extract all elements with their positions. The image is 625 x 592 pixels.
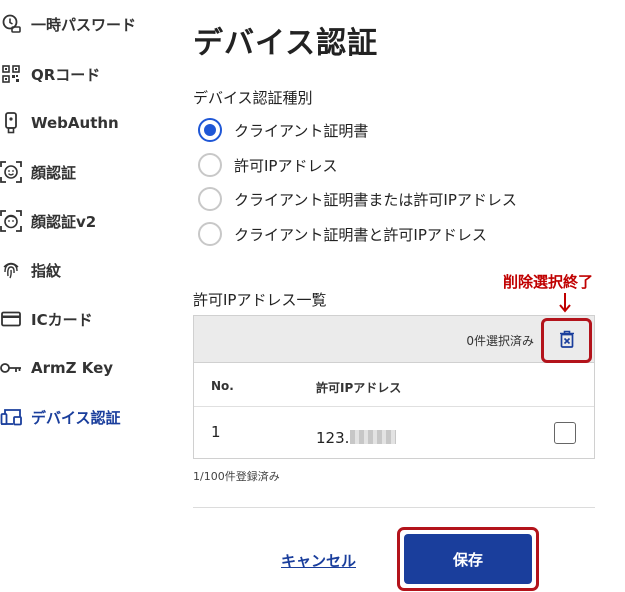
face-scan-icon [0, 161, 22, 183]
sidebar-item-label: 顔認証 [31, 163, 77, 182]
ip-list-label: 許可IPアドレス一覧 [193, 291, 327, 309]
card-icon [0, 308, 22, 330]
key-icon [0, 357, 22, 379]
sidebar-item-face-auth[interactable]: 顔認証 [0, 157, 76, 187]
column-header-ip: 許可IPアドレス [316, 381, 402, 395]
radio-button[interactable] [198, 187, 222, 211]
sidebar-item-label: 指紋 [31, 261, 62, 280]
fingerprint-icon [0, 259, 22, 281]
column-header-no: No. [211, 379, 234, 393]
row-number: 1 [211, 423, 221, 441]
sidebar-item-label: WebAuthn [31, 114, 119, 132]
sidebar-item-label: 一時パスワード [31, 15, 137, 34]
sidebar-item-face-auth-v2[interactable]: 顔認証v2 [0, 206, 96, 236]
selected-count: 0件選択済み [466, 334, 534, 348]
table-toolbar: 0件選択済み [194, 316, 594, 363]
radio-label: クライアント証明書または許可IPアドレス [234, 190, 517, 209]
sidebar-item-webauthn[interactable]: WebAuthn [0, 108, 119, 138]
ip-prefix: 123. [316, 429, 350, 447]
row-select-checkbox[interactable] [554, 422, 576, 444]
sidebar-item-label: デバイス認証 [31, 408, 121, 427]
delete-selected-button[interactable] [541, 318, 592, 363]
row-divider [194, 406, 594, 407]
row-ip-address: 123. [316, 429, 397, 447]
sidebar-item-label: QRコード [31, 65, 101, 84]
trash-icon [559, 330, 575, 352]
save-button[interactable]: 保存 [404, 534, 532, 584]
annotation-label: 削除選択終了 [503, 273, 594, 291]
sidebar-item-armz-key[interactable]: ArmZ Key [0, 353, 113, 383]
sidebar-item-one-time-password[interactable]: 一時パスワード [0, 9, 136, 39]
section-divider [193, 507, 595, 508]
sidebar-item-label: ArmZ Key [31, 359, 114, 377]
ip-table: 0件選択済み No. 許可IPアドレス 1 123. [193, 315, 595, 459]
sidebar-item-qr-code[interactable]: QRコード [0, 59, 100, 89]
save-button-highlight: 保存 [397, 527, 539, 591]
usb-key-icon [0, 112, 22, 134]
sidebar-item-fingerprint[interactable]: 指紋 [0, 255, 61, 285]
qr-code-icon [0, 63, 22, 85]
radio-button[interactable] [198, 118, 222, 142]
face-scan-v2-icon [0, 210, 22, 232]
cancel-link[interactable]: キャンセル [281, 550, 356, 571]
page-title: デバイス認証 [193, 26, 379, 61]
radio-button[interactable] [198, 222, 222, 246]
radio-label: クライアント証明書 [234, 121, 369, 140]
sidebar-item-ic-card[interactable]: ICカード [0, 304, 93, 334]
registered-count: 1/100件登録済み [193, 470, 280, 483]
auth-option-cert-or-ip[interactable]: クライアント証明書または許可IPアドレス [198, 187, 517, 211]
sidebar-item-label: ICカード [31, 310, 93, 329]
auth-option-cert-and-ip[interactable]: クライアント証明書と許可IPアドレス [198, 222, 487, 246]
radio-label: 許可IPアドレス [234, 156, 338, 175]
clock-key-icon [0, 13, 22, 35]
sidebar-item-label: 顔認証v2 [31, 212, 97, 231]
auth-type-label: デバイス認証種別 [193, 89, 313, 107]
sidebar-item-device-auth[interactable]: デバイス認証 [0, 402, 121, 432]
devices-icon [0, 406, 22, 428]
radio-label: クライアント証明書と許可IPアドレス [234, 225, 487, 244]
radio-button[interactable] [198, 153, 222, 177]
masked-ip-segment [350, 430, 397, 444]
auth-option-allowed-ip[interactable]: 許可IPアドレス [198, 153, 337, 177]
auth-option-client-cert[interactable]: クライアント証明書 [198, 118, 368, 142]
